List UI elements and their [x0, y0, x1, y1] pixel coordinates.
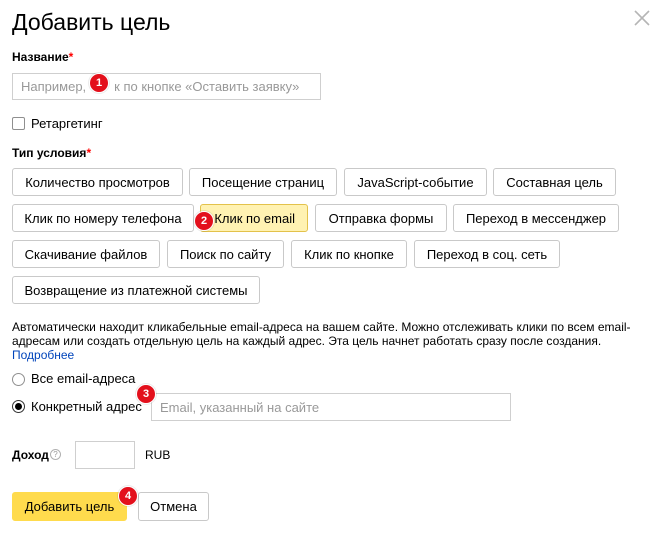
step-badge-1: 1	[89, 73, 109, 93]
step-badge-3: 3	[136, 384, 156, 404]
all-emails-label: Все email-адреса	[31, 371, 136, 386]
condition-views-button[interactable]: Количество просмотров	[12, 168, 183, 196]
condition-js-event-button[interactable]: JavaScript-событие	[344, 168, 487, 196]
condition-email-click-button[interactable]: Клик по email	[200, 204, 308, 232]
specific-email-radio[interactable]	[12, 400, 25, 413]
condition-phone-click-button[interactable]: Клик по номеру телефона	[12, 204, 194, 232]
income-label: Доход	[12, 448, 49, 462]
all-emails-radio[interactable]	[12, 373, 25, 386]
condition-page-visit-button[interactable]: Посещение страниц	[189, 168, 337, 196]
retargeting-checkbox[interactable]	[12, 117, 25, 130]
condition-messenger-button[interactable]: Переход в мессенджер	[453, 204, 619, 232]
goal-name-input[interactable]: Например, к по кнопке «Оставить заявку»	[12, 73, 321, 100]
close-icon[interactable]	[633, 9, 651, 27]
goal-name-placeholder-right: к по кнопке «Оставить заявку»	[114, 79, 300, 94]
condition-file-download-button[interactable]: Скачивание файлов	[12, 240, 160, 268]
name-label: Название*	[12, 50, 73, 64]
add-goal-button[interactable]: Добавить цель	[12, 492, 127, 521]
condition-form-submit-button[interactable]: Отправка формы	[315, 204, 447, 232]
condition-payment-return-button[interactable]: Возвращение из платежной системы	[12, 276, 260, 304]
description-text: Автоматически находит кликабельные email…	[12, 320, 631, 348]
condition-type-label: Тип условия*	[12, 146, 91, 160]
retargeting-label: Ретаргетинг	[31, 116, 103, 131]
more-link[interactable]: Подробнее	[12, 348, 74, 362]
goal-name-placeholder-left: Например,	[21, 79, 87, 94]
required-mark: *	[68, 50, 74, 64]
required-mark: *	[86, 146, 92, 160]
help-icon[interactable]: ?	[50, 449, 61, 460]
condition-site-search-button[interactable]: Поиск по сайту	[167, 240, 284, 268]
name-label-text: Название	[12, 50, 69, 64]
condition-button-click-button[interactable]: Клик по кнопке	[291, 240, 407, 268]
step-badge-4: 4	[118, 486, 138, 506]
condition-description: Автоматически находит кликабельные email…	[12, 320, 652, 362]
condition-social-button[interactable]: Переход в соц. сеть	[414, 240, 560, 268]
step-badge-2: 2	[194, 211, 214, 231]
specific-email-label: Конкретный адрес	[31, 399, 142, 414]
currency-label: RUB	[145, 448, 171, 462]
income-input[interactable]	[75, 441, 135, 469]
email-input[interactable]: Email, указанный на сайте	[151, 393, 511, 421]
condition-type-label-text: Тип условия	[12, 146, 87, 160]
condition-composite-button[interactable]: Составная цель	[493, 168, 616, 196]
cancel-button[interactable]: Отмена	[138, 492, 209, 521]
dialog-title: Добавить цель	[12, 9, 171, 35]
